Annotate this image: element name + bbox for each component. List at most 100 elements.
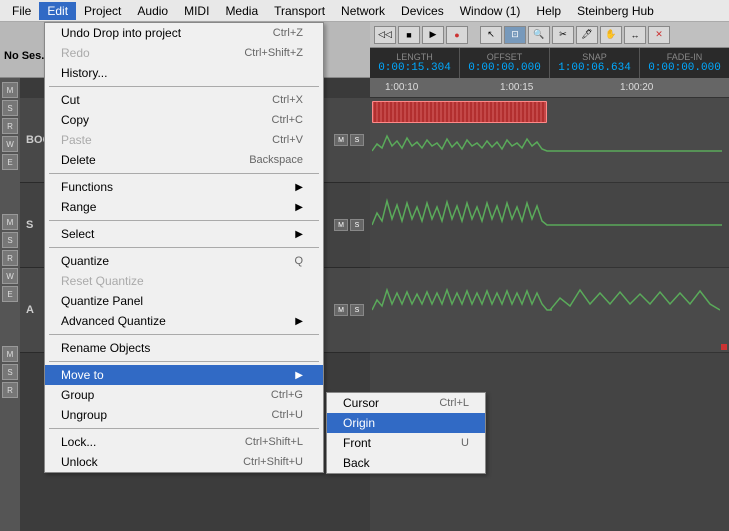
- tool3[interactable]: ✂: [552, 26, 574, 44]
- track-controls-boom: M S: [334, 134, 364, 146]
- stop-button[interactable]: ■: [398, 26, 420, 44]
- side-icon-10[interactable]: E: [2, 286, 18, 302]
- track-row-s2: [370, 268, 729, 353]
- menu-item-range[interactable]: Range ▶: [45, 197, 323, 217]
- side-icon-3[interactable]: R: [2, 118, 18, 134]
- rewind-button[interactable]: ◁◁: [374, 26, 396, 44]
- offset-cell: Offset 0:00:00.000: [460, 48, 550, 78]
- advanced-quantize-arrow: ▶: [295, 316, 303, 327]
- menubar-item-transport[interactable]: Transport: [266, 2, 333, 20]
- magnify-tool[interactable]: 🔍: [528, 26, 550, 44]
- side-icon-9[interactable]: W: [2, 268, 18, 284]
- menu-item-ungroup[interactable]: Ungroup Ctrl+U: [45, 405, 323, 425]
- menu-item-history[interactable]: History...: [45, 63, 323, 83]
- cursor-tool[interactable]: ↖: [480, 26, 502, 44]
- menu-item-move-to[interactable]: Move to ▶: [45, 365, 323, 385]
- menubar-item-file[interactable]: File: [4, 2, 39, 20]
- menubar-item-media[interactable]: Media: [217, 2, 266, 20]
- menu-item-quantize-panel[interactable]: Quantize Panel: [45, 291, 323, 311]
- side-icon-6[interactable]: M: [2, 214, 18, 230]
- menu-item-rename[interactable]: Rename Objects: [45, 338, 323, 358]
- menubar-item-edit[interactable]: Edit: [39, 2, 76, 20]
- side-icon-12[interactable]: S: [2, 364, 18, 380]
- snap-value: 1:00:06.634: [558, 62, 631, 74]
- ruler: 1:00:10 1:00:15 1:00:20: [370, 78, 729, 98]
- track-solo-boom[interactable]: S: [350, 134, 364, 146]
- menu-item-unlock[interactable]: Unlock Ctrl+Shift+U: [45, 452, 323, 472]
- offset-label: Offset: [487, 52, 523, 62]
- separator-6: [49, 361, 319, 362]
- submenu-item-origin[interactable]: Origin: [327, 413, 485, 433]
- undo-label: Undo Drop into project: [61, 26, 253, 40]
- length-label: Length: [396, 52, 433, 62]
- group-label: Group: [61, 388, 251, 402]
- menu-item-group[interactable]: Group Ctrl+G: [45, 385, 323, 405]
- redo-label: Redo: [61, 46, 224, 60]
- menu-item-functions[interactable]: Functions ▶: [45, 177, 323, 197]
- menu-item-undo[interactable]: Undo Drop into project Ctrl+Z: [45, 23, 323, 43]
- menu-item-paste[interactable]: Paste Ctrl+V: [45, 130, 323, 150]
- side-icon-13[interactable]: R: [2, 382, 18, 398]
- ruler-mark-2: 1:00:15: [500, 82, 533, 93]
- separator-2: [49, 173, 319, 174]
- track-controls-s1: M S: [334, 219, 364, 231]
- menu-item-cut[interactable]: Cut Ctrl+X: [45, 90, 323, 110]
- menubar-item-network[interactable]: Network: [333, 2, 393, 20]
- side-icon-5[interactable]: E: [2, 154, 18, 170]
- play-button[interactable]: ▶: [422, 26, 444, 44]
- waveform-s2-right: [550, 278, 720, 343]
- fadein-cell: Fade-In 0:00:00.000: [640, 48, 729, 78]
- track-row-s1: [370, 183, 729, 268]
- close-x[interactable]: ✕: [648, 26, 670, 44]
- fadein-label: Fade-In: [667, 52, 703, 62]
- track-solo-s1[interactable]: S: [350, 219, 364, 231]
- side-icon-2[interactable]: S: [2, 100, 18, 116]
- menubar-item-window[interactable]: Window (1): [452, 2, 529, 20]
- delete-label: Delete: [61, 153, 229, 167]
- submenu-item-back[interactable]: Back: [327, 453, 485, 473]
- record-button[interactable]: ●: [446, 26, 468, 44]
- menubar-item-project[interactable]: Project: [76, 2, 129, 20]
- tool5[interactable]: ✋: [600, 26, 622, 44]
- side-icon-7[interactable]: S: [2, 232, 18, 248]
- edit-dropdown-menu: Undo Drop into project Ctrl+Z Redo Ctrl+…: [44, 22, 324, 473]
- side-icon-8[interactable]: R: [2, 250, 18, 266]
- menubar-item-audio[interactable]: Audio: [129, 2, 176, 20]
- menu-item-advanced-quantize[interactable]: Advanced Quantize ▶: [45, 311, 323, 331]
- menu-item-reset-quantize[interactable]: Reset Quantize: [45, 271, 323, 291]
- tool6[interactable]: ↔: [624, 26, 646, 44]
- side-icon-11[interactable]: M: [2, 346, 18, 362]
- submenu-item-front[interactable]: Front U: [327, 433, 485, 453]
- side-icon-4[interactable]: W: [2, 136, 18, 152]
- lock-shortcut: Ctrl+Shift+L: [245, 436, 303, 448]
- track-mute-s1[interactable]: M: [334, 219, 348, 231]
- tool4[interactable]: 🖊: [576, 26, 598, 44]
- menubar-item-devices[interactable]: Devices: [393, 2, 452, 20]
- menu-item-copy[interactable]: Copy Ctrl+C: [45, 110, 323, 130]
- ruler-mark-3: 1:00:20: [620, 82, 653, 93]
- side-icon-1[interactable]: M: [2, 82, 18, 98]
- menubar-item-help[interactable]: Help: [528, 2, 569, 20]
- menu-item-quantize[interactable]: Quantize Q: [45, 251, 323, 271]
- redo-shortcut: Ctrl+Shift+Z: [244, 47, 303, 59]
- range-tool[interactable]: ⊡: [504, 26, 526, 44]
- menubar-item-midi[interactable]: MIDI: [176, 2, 217, 20]
- track-mute-boom[interactable]: M: [334, 134, 348, 146]
- separator-1: [49, 86, 319, 87]
- audio-clip-red[interactable]: [372, 101, 547, 123]
- waveform-s1: [372, 193, 722, 258]
- menu-item-delete[interactable]: Delete Backspace: [45, 150, 323, 170]
- advanced-quantize-label: Advanced Quantize: [61, 314, 289, 328]
- menubar-item-steinberg[interactable]: Steinberg Hub: [569, 2, 662, 20]
- snap-label: Snap: [582, 52, 607, 62]
- submenu-item-cursor[interactable]: Cursor Ctrl+L: [327, 393, 485, 413]
- menu-item-redo[interactable]: Redo Ctrl+Shift+Z: [45, 43, 323, 63]
- offset-value: 0:00:00.000: [468, 62, 541, 74]
- track-mute-a1[interactable]: M: [334, 304, 348, 316]
- range-arrow: ▶: [295, 202, 303, 213]
- delete-shortcut: Backspace: [249, 154, 303, 166]
- ruler-mark-1: 1:00:10: [385, 82, 418, 93]
- menu-item-lock[interactable]: Lock... Ctrl+Shift+L: [45, 432, 323, 452]
- track-solo-a1[interactable]: S: [350, 304, 364, 316]
- menu-item-select[interactable]: Select ▶: [45, 224, 323, 244]
